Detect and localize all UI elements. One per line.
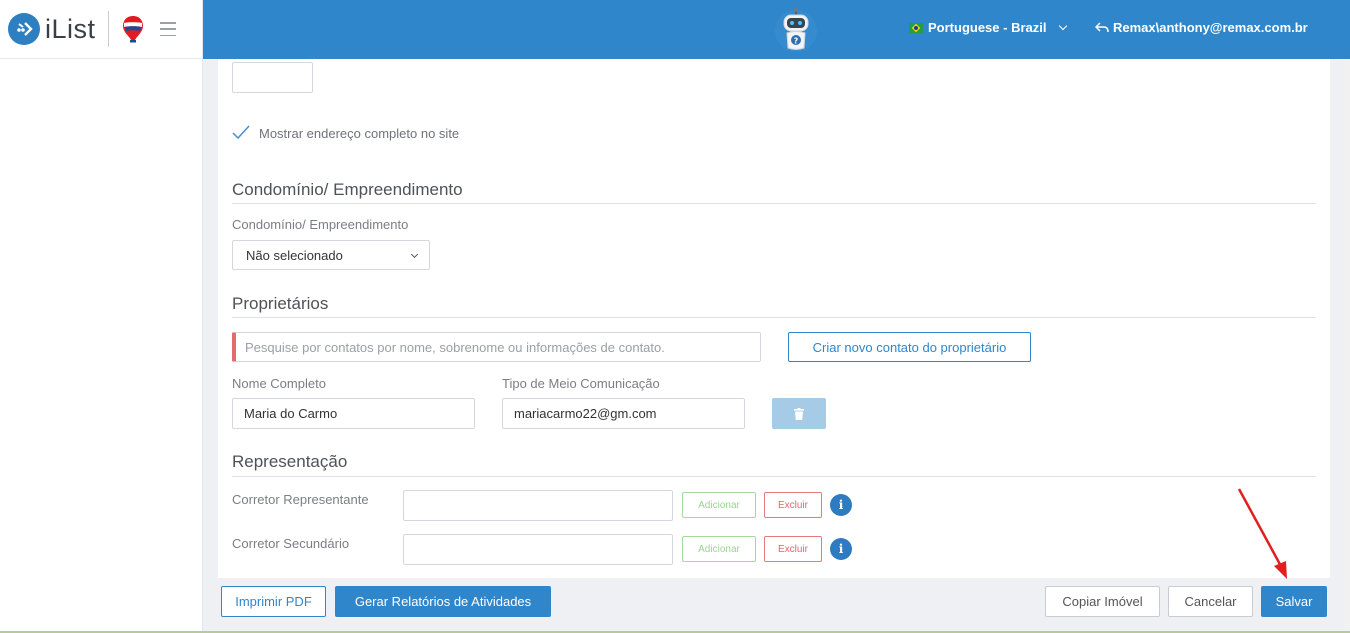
contact-value: mariacarmo22@gm.com	[514, 406, 657, 421]
add-rep-agent-button[interactable]: Adicionar	[682, 492, 756, 518]
print-pdf-button[interactable]: Imprimir PDF	[221, 586, 326, 617]
menu-toggle-icon[interactable]	[159, 22, 176, 36]
check-icon[interactable]	[232, 123, 250, 141]
info-icon[interactable]: i	[830, 494, 852, 516]
ilist-logo-icon	[8, 13, 40, 45]
full-name-value: Maria do Carmo	[244, 406, 338, 421]
add-secondary-agent-button[interactable]: Adicionar	[682, 536, 756, 562]
top-header: ? Portuguese - Brazil Remax\anthony@rema…	[203, 0, 1350, 59]
chevron-down-icon	[410, 250, 419, 259]
contact-type-label: Tipo de Meio Comunicação	[502, 376, 660, 391]
show-full-address-label: Mostrar endereço completo no site	[259, 126, 460, 141]
condo-select-value: Não selecionado	[246, 247, 343, 263]
chevron-down-icon	[1059, 21, 1068, 30]
activity-reports-button[interactable]: Gerar Relatórios de Atividades	[335, 586, 551, 617]
svg-text:?: ?	[794, 37, 799, 46]
sidebar: iList	[0, 0, 203, 633]
condo-select[interactable]: Não selecionado	[232, 240, 430, 270]
save-button[interactable]: Salvar	[1261, 586, 1327, 617]
scrollbar[interactable]	[1344, 59, 1350, 633]
copy-property-button[interactable]: Copiar Imóvel	[1045, 586, 1160, 617]
condo-section-title: Condomínio/ Empreendimento	[232, 180, 463, 199]
property-form-card: Mostrar endereço completo no site Condom…	[218, 59, 1330, 578]
brazil-flag-icon	[909, 22, 923, 33]
divider	[232, 317, 1316, 318]
full-name-field[interactable]: Maria do Carmo	[232, 398, 475, 429]
secondary-agent-input[interactable]	[403, 534, 673, 565]
trash-icon	[794, 407, 804, 420]
brand-divider	[107, 11, 109, 47]
rep-agent-input[interactable]	[403, 490, 673, 521]
info-icon[interactable]: i	[830, 538, 852, 560]
cancel-button[interactable]: Cancelar	[1168, 586, 1253, 617]
language-label: Portuguese - Brazil	[928, 20, 1047, 35]
user-account-label: Remax\anthony@remax.com.br	[1113, 20, 1308, 35]
delete-rep-agent-button[interactable]: Excluir	[764, 492, 822, 518]
delete-secondary-agent-button[interactable]: Excluir	[764, 536, 822, 562]
delete-owner-button[interactable]	[772, 398, 826, 429]
annotation-arrow-icon	[1237, 488, 1287, 579]
create-owner-contact-button[interactable]: Criar novo contato do proprietário	[788, 332, 1031, 362]
full-name-label: Nome Completo	[232, 376, 326, 391]
brand-name: iList	[45, 13, 96, 44]
language-selector[interactable]: Portuguese - Brazil	[909, 20, 1068, 35]
divider	[232, 476, 1316, 477]
condo-field-label: Condomínio/ Empreendimento	[232, 217, 409, 232]
logout-user-link[interactable]: Remax\anthony@remax.com.br	[1095, 20, 1308, 35]
brand-bar: iList	[0, 0, 202, 59]
secondary-agent-label: Corretor Secundário	[232, 536, 350, 551]
representation-section-title: Representação	[232, 452, 348, 471]
remax-balloon-logo	[120, 14, 146, 44]
help-robot-icon[interactable]: ?	[773, 6, 819, 54]
owner-search-input[interactable]: Pesquise por contatos por nome, sobrenom…	[232, 332, 761, 362]
owners-section-title: Proprietários	[232, 294, 329, 313]
divider	[232, 203, 1316, 204]
owner-search-placeholder: Pesquise por contatos por nome, sobrenom…	[245, 339, 665, 355]
contact-field[interactable]: mariacarmo22@gm.com	[502, 398, 745, 429]
reply-arrow-icon	[1095, 21, 1109, 32]
number-input[interactable]	[232, 62, 313, 93]
rep-agent-label: Corretor Representante	[232, 492, 369, 507]
